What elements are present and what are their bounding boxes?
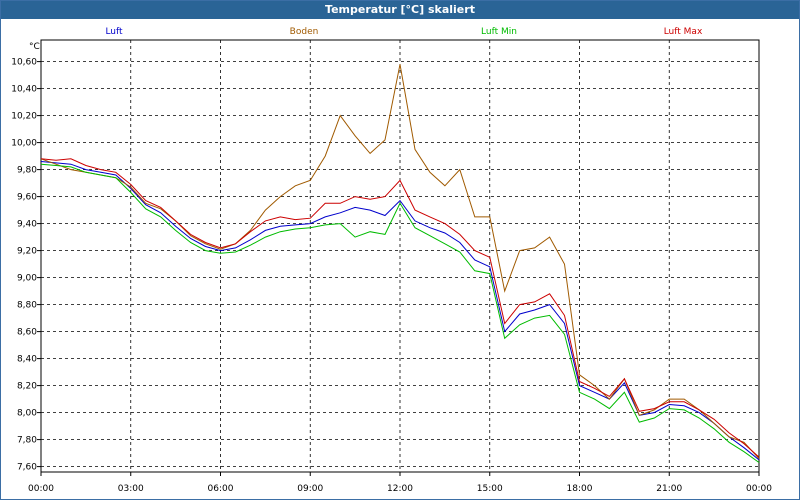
y-axis-ticks: 10,60 10,40 10,20 10,00 9,80 9,60 9,40 9,20 9,00…: [11, 58, 41, 473]
y-tick-label: 8,80: [17, 301, 37, 311]
legend-entry: Luft Max: [664, 27, 703, 37]
y-tick-label: 10,40: [11, 85, 37, 95]
y-tick-label: 8,60: [17, 328, 37, 338]
y-tick-label: 10,20: [11, 112, 37, 122]
grid: [41, 40, 759, 472]
y-tick-label: 9,80: [17, 166, 37, 176]
legend: Luft Boden Luft Min Luft Max: [105, 27, 703, 37]
series-line-boden: [40, 64, 760, 459]
x-tick-time: 06:00: [208, 484, 234, 494]
y-tick-label: 7,80: [17, 436, 37, 446]
y-tick-label: 9,20: [17, 247, 37, 257]
y-tick-label: 8,00: [17, 409, 37, 419]
y-tick-label: 10,00: [11, 139, 37, 149]
x-tick-time: 00:00: [746, 484, 772, 494]
legend-entry: Boden: [290, 27, 319, 37]
window-title: Temperatur [°C] skaliert: [1, 1, 799, 19]
y-tick-label: 10,60: [11, 58, 37, 68]
y-tick-label: 9,60: [17, 193, 37, 203]
y-tick-label: 8,40: [17, 355, 37, 365]
x-tick-time: 00:00: [28, 484, 54, 494]
x-tick-time: 12:00: [387, 484, 413, 494]
x-tick-time: 18:00: [567, 484, 593, 494]
x-tick-time: 15:00: [477, 484, 503, 494]
x-axis-ticks: 00:0006.05.2603:0006.05.2606:0006.05.260…: [28, 472, 772, 494]
x-tick-time: 21:00: [656, 484, 682, 494]
legend-entry: Luft Min: [481, 27, 517, 37]
x-tick-time: 09:00: [297, 484, 323, 494]
legend-entry: Luft: [105, 27, 123, 37]
chart-window: Temperatur [°C] skaliert °C 10,60 10,40 10…: [0, 0, 800, 500]
y-tick-label: 8,20: [17, 382, 37, 392]
x-tick-time: 03:00: [118, 484, 144, 494]
y-axis-label: °C: [29, 42, 40, 52]
y-tick-label: 7,60: [17, 463, 37, 473]
y-tick-label: 9,40: [17, 220, 37, 230]
temperature-chart: °C 10,60 10,40 10,20 10,00 9,80 9,60 9,40 9,20 9…: [11, 27, 772, 494]
y-tick-label: 9,00: [17, 274, 37, 284]
